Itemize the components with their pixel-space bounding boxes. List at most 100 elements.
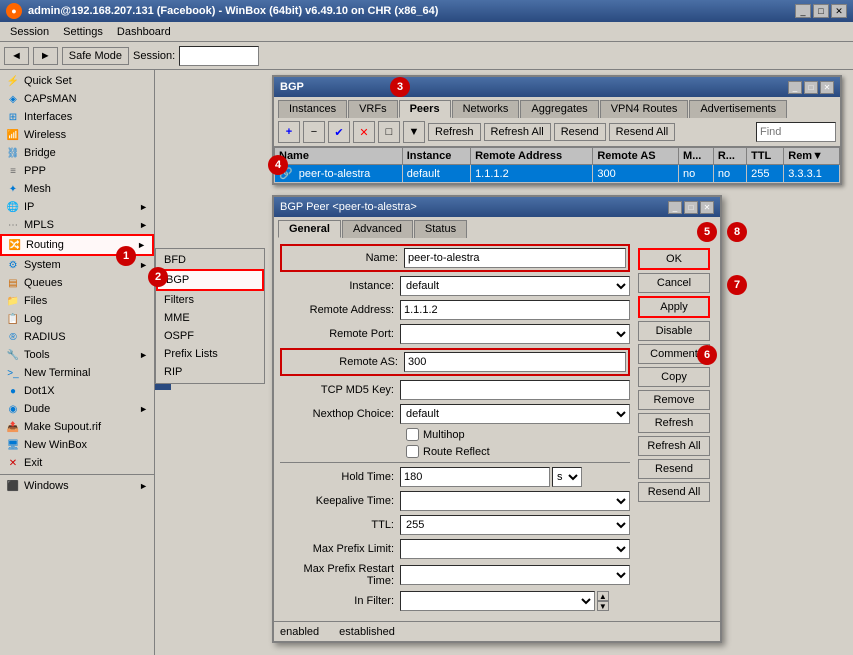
sidebar-item-make-supout[interactable]: 📤 Make Supout.rif [0, 418, 154, 436]
hold-time-input[interactable] [400, 467, 550, 487]
bgp-filter-button[interactable]: ▼ [403, 121, 425, 143]
sidebar-item-mpls[interactable]: ⋯ MPLS ► [0, 216, 154, 234]
bgp-maximize-button[interactable]: □ [804, 81, 818, 94]
remote-address-input[interactable] [400, 300, 630, 320]
tab-aggregates[interactable]: Aggregates [520, 100, 598, 118]
bgp-add-button[interactable]: + [278, 121, 300, 143]
remove-button[interactable]: Remove [638, 390, 710, 410]
submenu-bgp[interactable]: BGP [156, 269, 264, 291]
col-ttl[interactable]: TTL [747, 148, 784, 165]
sidebar-item-capsman[interactable]: ◈ CAPsMAN [0, 90, 154, 108]
remote-port-select[interactable] [400, 324, 630, 344]
ok-button[interactable]: OK [638, 248, 710, 270]
remote-as-input[interactable] [404, 352, 626, 372]
col-remote-address[interactable]: Remote Address [471, 148, 593, 165]
bgp-remove-button[interactable]: − [303, 121, 325, 143]
sidebar-item-tools[interactable]: 🔧 Tools ► [0, 346, 154, 364]
safe-mode-button[interactable]: Safe Mode [62, 47, 129, 65]
tab-networks[interactable]: Networks [452, 100, 520, 118]
tab-vpn4-routes[interactable]: VPN4 Routes [600, 100, 689, 118]
sidebar-item-bridge[interactable]: ⛓ Bridge [0, 144, 154, 162]
col-name[interactable]: Name [275, 148, 403, 165]
peer-refresh-button[interactable]: Refresh [638, 413, 710, 433]
tab-advertisements[interactable]: Advertisements [689, 100, 787, 118]
peer-maximize-button[interactable]: □ [684, 201, 698, 214]
maximize-button[interactable]: □ [813, 4, 829, 18]
sidebar-item-new-terminal[interactable]: >_ New Terminal [0, 364, 154, 382]
back-button[interactable]: ◄ [4, 47, 29, 65]
in-filter-down-button[interactable]: ▼ [597, 601, 609, 611]
sidebar-item-mesh[interactable]: ✦ Mesh [0, 180, 154, 198]
col-instance[interactable]: Instance [402, 148, 470, 165]
sidebar-item-log[interactable]: 📋 Log [0, 310, 154, 328]
tab-instances[interactable]: Instances [278, 100, 347, 118]
table-row[interactable]: 🔗 peer-to-alestra default 1.1.1.2 300 no… [275, 165, 840, 183]
peer-tab-general[interactable]: General [278, 220, 341, 238]
peer-tab-status[interactable]: Status [414, 220, 467, 238]
tab-peers[interactable]: Peers [399, 100, 451, 118]
apply-button[interactable]: Apply [638, 296, 710, 318]
ttl-select[interactable]: 255 [400, 515, 630, 535]
sidebar-item-dude[interactable]: ◉ Dude ► [0, 400, 154, 418]
bgp-resend-all-button[interactable]: Resend All [609, 123, 676, 141]
sidebar-item-queues[interactable]: ▤ Queues [0, 274, 154, 292]
peer-refresh-all-button[interactable]: Refresh All [638, 436, 710, 456]
bgp-check-button[interactable]: ✔ [328, 121, 350, 143]
col-remote-as[interactable]: Remote AS [593, 148, 679, 165]
bgp-minimize-button[interactable]: _ [788, 81, 802, 94]
bgp-find-input[interactable] [756, 122, 836, 142]
bgp-refresh-button[interactable]: Refresh [428, 123, 481, 141]
multihop-checkbox[interactable] [406, 428, 419, 441]
sidebar-item-radius[interactable]: ® RADIUS [0, 328, 154, 346]
col-rem[interactable]: Rem▼ [784, 148, 840, 165]
bgp-refresh-all-button[interactable]: Refresh All [484, 123, 551, 141]
peer-resend-all-button[interactable]: Resend All [638, 482, 710, 502]
tab-vrfs[interactable]: VRFs [348, 100, 398, 118]
submenu-mme[interactable]: MME [156, 309, 264, 327]
peer-close-button[interactable]: ✕ [700, 201, 714, 214]
sidebar-item-quick-set[interactable]: ⚡ Quick Set [0, 72, 154, 90]
col-m[interactable]: M... [679, 148, 714, 165]
sidebar-item-exit[interactable]: ✕ Exit [0, 454, 154, 472]
sidebar-item-ip[interactable]: 🌐 IP ► [0, 198, 154, 216]
bgp-copy-button[interactable]: □ [378, 121, 400, 143]
menu-settings[interactable]: Settings [57, 24, 109, 40]
session-input[interactable] [179, 46, 259, 66]
sidebar-item-ppp[interactable]: ≡ PPP [0, 162, 154, 180]
sidebar-item-wireless[interactable]: 📶 Wireless [0, 126, 154, 144]
peer-tab-advanced[interactable]: Advanced [342, 220, 413, 238]
tcp-md5-input[interactable] [400, 380, 630, 400]
submenu-rip[interactable]: RIP [156, 363, 264, 381]
sidebar-item-new-winbox[interactable]: 🖥 New WinBox [0, 436, 154, 454]
in-filter-select[interactable] [400, 591, 595, 611]
bgp-cross-button[interactable]: ✕ [353, 121, 375, 143]
submenu-bfd[interactable]: BFD [156, 251, 264, 269]
sidebar-item-windows[interactable]: ⬛ Windows ► [0, 477, 154, 495]
keepalive-select[interactable] [400, 491, 630, 511]
disable-button[interactable]: Disable [638, 321, 710, 341]
peer-resend-button[interactable]: Resend [638, 459, 710, 479]
cancel-button[interactable]: Cancel [638, 273, 710, 293]
sidebar-item-files[interactable]: 📁 Files [0, 292, 154, 310]
close-button[interactable]: ✕ [831, 4, 847, 18]
submenu-ospf[interactable]: OSPF [156, 327, 264, 345]
submenu-prefix-lists[interactable]: Prefix Lists [156, 345, 264, 363]
forward-button[interactable]: ► [33, 47, 58, 65]
max-prefix-restart-select[interactable] [400, 565, 630, 585]
menu-dashboard[interactable]: Dashboard [111, 24, 177, 40]
submenu-filters[interactable]: Filters [156, 291, 264, 309]
minimize-button[interactable]: _ [795, 4, 811, 18]
peer-minimize-button[interactable]: _ [668, 201, 682, 214]
hold-time-unit-select[interactable]: s [552, 467, 582, 487]
sidebar-item-dot1x[interactable]: ● Dot1X [0, 382, 154, 400]
route-reflect-checkbox[interactable] [406, 445, 419, 458]
bgp-close-button[interactable]: ✕ [820, 81, 834, 94]
max-prefix-select[interactable] [400, 539, 630, 559]
in-filter-up-button[interactable]: ▲ [597, 591, 609, 601]
nexthop-select[interactable]: default [400, 404, 630, 424]
copy-peer-button[interactable]: Copy [638, 367, 710, 387]
name-input[interactable] [404, 248, 626, 268]
menu-session[interactable]: Session [4, 24, 55, 40]
sidebar-item-interfaces[interactable]: ⊞ Interfaces [0, 108, 154, 126]
instance-select[interactable]: default [400, 276, 630, 296]
